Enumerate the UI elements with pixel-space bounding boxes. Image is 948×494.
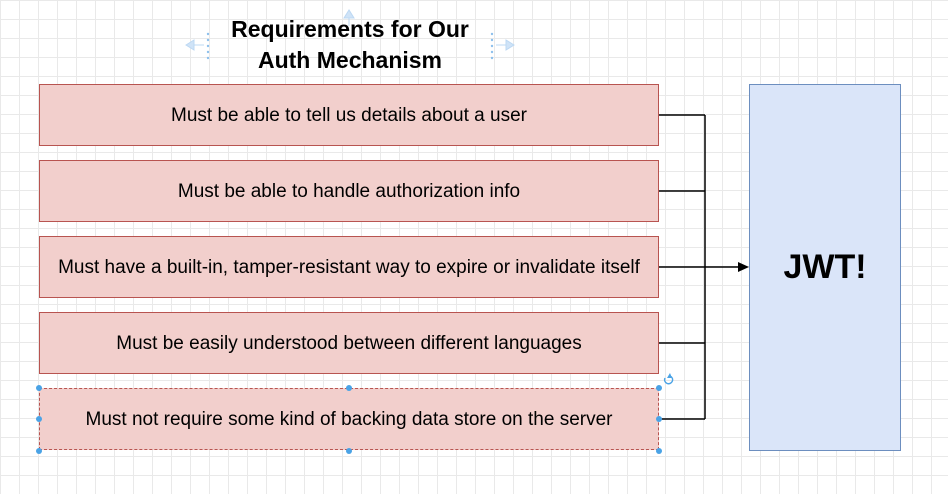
resize-handle-bottom-right[interactable] — [656, 448, 662, 454]
requirement-box-authorization-info[interactable]: Must be able to handle authorization inf… — [39, 160, 659, 222]
resize-handle-bottom-left[interactable] — [36, 448, 42, 454]
resize-handle-top-left[interactable] — [36, 385, 42, 391]
resize-handle-left[interactable] — [36, 416, 42, 422]
requirement-label: Must be easily understood between differ… — [116, 332, 582, 354]
requirement-box-user-details[interactable]: Must be able to tell us details about a … — [39, 84, 659, 146]
requirement-box-no-backing-store[interactable]: Must not require some kind of backing da… — [39, 388, 659, 450]
requirement-label: Must not require some kind of backing da… — [85, 408, 613, 430]
resize-handle-top-right[interactable] — [656, 385, 662, 391]
title-line-1: Requirements for Our — [231, 16, 469, 42]
requirement-box-cross-language[interactable]: Must be easily understood between differ… — [39, 312, 659, 374]
requirement-label: Must be able to handle authorization inf… — [177, 180, 521, 202]
result-box-jwt[interactable]: JWT! — [749, 84, 901, 451]
requirement-label: Must be able to tell us details about a … — [171, 104, 527, 126]
diagram-title[interactable]: Requirements for Our Auth Mechanism — [190, 14, 510, 76]
resize-handle-right[interactable] — [656, 416, 662, 422]
title-line-2: Auth Mechanism — [257, 47, 443, 73]
resize-handle-top[interactable] — [346, 385, 352, 391]
result-label: JWT! — [783, 248, 867, 286]
resize-handle-bottom[interactable] — [346, 448, 352, 454]
requirement-box-expire-invalidate[interactable]: Must have a built-in, tamper-resistant w… — [39, 236, 659, 298]
arrowhead-icon — [738, 262, 749, 272]
requirement-label: Must have a built-in, tamper-resistant w… — [58, 256, 640, 278]
